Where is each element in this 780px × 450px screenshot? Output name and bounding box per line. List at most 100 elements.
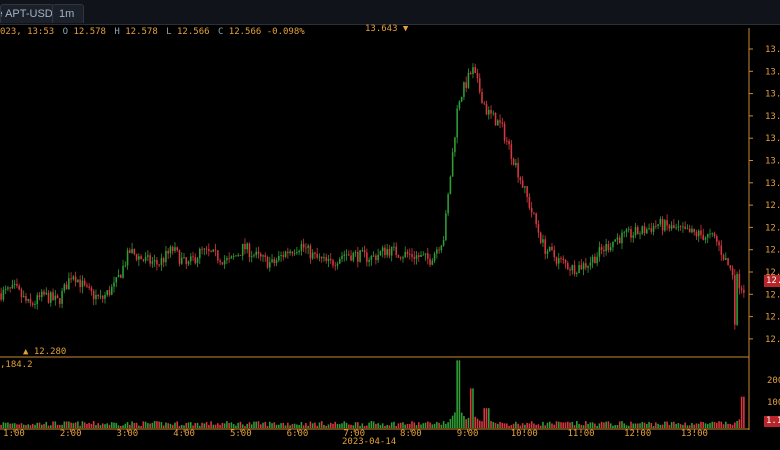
candle-body bbox=[646, 229, 648, 234]
candle-body bbox=[178, 250, 181, 264]
volume-bar bbox=[429, 422, 431, 428]
time-tick-label: 6:00 bbox=[287, 429, 309, 439]
volume-bar bbox=[59, 424, 61, 428]
volume-bar bbox=[11, 423, 14, 428]
volume-bar bbox=[406, 423, 409, 428]
candle-body bbox=[323, 257, 325, 259]
time-tick-label: 8:00 bbox=[400, 429, 422, 439]
volume-bar bbox=[661, 424, 664, 428]
volume-bar bbox=[235, 425, 237, 428]
volume-bar bbox=[386, 424, 388, 428]
volume-bar bbox=[176, 421, 179, 428]
volume-bar bbox=[616, 424, 619, 428]
volume-bar bbox=[743, 396, 745, 428]
candle-body bbox=[623, 231, 626, 233]
volume-bar bbox=[438, 422, 440, 428]
volume-bar bbox=[510, 424, 513, 428]
candle-body bbox=[25, 296, 27, 301]
volume-bar bbox=[174, 422, 176, 428]
volume-bar bbox=[117, 425, 120, 428]
price-tick-label: 12. bbox=[765, 223, 780, 233]
candle-body bbox=[524, 186, 526, 188]
volume-bar bbox=[725, 421, 727, 428]
candle-body bbox=[675, 227, 677, 229]
candle-body bbox=[226, 258, 228, 261]
volume-bar bbox=[494, 422, 497, 428]
volume-bar bbox=[162, 425, 165, 428]
close-key: C bbox=[217, 27, 224, 37]
candle-body bbox=[189, 256, 192, 262]
candle-body bbox=[456, 108, 458, 138]
candle-body bbox=[718, 241, 720, 246]
candle-body bbox=[616, 237, 619, 240]
volume-bar bbox=[390, 422, 393, 428]
candle-body bbox=[203, 248, 206, 250]
volume-bar bbox=[70, 422, 72, 428]
volume-bar bbox=[582, 425, 585, 428]
candle-body bbox=[573, 265, 576, 274]
volume-bar bbox=[542, 421, 544, 428]
volume-bar bbox=[609, 423, 612, 428]
volume-bar bbox=[603, 422, 605, 428]
volume-bar bbox=[77, 421, 79, 428]
candle-body bbox=[740, 288, 743, 290]
candle-body bbox=[397, 255, 400, 258]
price-tick-label: 13. bbox=[765, 179, 780, 189]
volume-bar bbox=[338, 424, 341, 428]
volume-bar bbox=[296, 424, 298, 428]
candle-body bbox=[551, 246, 553, 251]
volume-bar bbox=[309, 421, 312, 428]
volume-bar bbox=[576, 421, 578, 428]
volume-bars-group bbox=[0, 360, 745, 428]
candle-body bbox=[445, 213, 447, 241]
close-value: 12.566 bbox=[228, 27, 262, 37]
candlestick-chart[interactable]: 13. 13. 13. 13. 13. 13. 13. 12. 12. 12. 12. 12. 12. 1… bbox=[0, 0, 780, 450]
volume-bar bbox=[566, 421, 569, 428]
candle-body bbox=[300, 244, 303, 251]
volume-bar bbox=[402, 422, 404, 428]
candle-body bbox=[447, 194, 449, 214]
candle-body bbox=[555, 257, 558, 264]
candle-body bbox=[395, 246, 397, 256]
candle-body bbox=[316, 253, 318, 258]
candle-body bbox=[580, 265, 583, 270]
candle-body bbox=[691, 228, 693, 233]
volume-bar bbox=[140, 425, 142, 428]
volume-bar bbox=[104, 424, 106, 428]
volume-bar bbox=[83, 422, 86, 428]
volume-bar bbox=[569, 422, 571, 428]
candle-body bbox=[510, 144, 513, 159]
last-volume-badge: 1.1 bbox=[764, 416, 780, 427]
candle-body bbox=[537, 224, 540, 233]
price-axis: 13. 13. 13. 13. 13. 13. 13. 12. 12. 12. 12. 12. 12. 1… bbox=[749, 45, 780, 345]
volume-axis: 200 100 bbox=[767, 376, 780, 408]
candle-body bbox=[307, 245, 309, 248]
volume-bar bbox=[108, 424, 111, 428]
candle-body bbox=[539, 232, 542, 243]
volume-bar bbox=[113, 422, 115, 428]
candle-body bbox=[282, 255, 285, 257]
volume-bar bbox=[268, 421, 271, 428]
volume-bar bbox=[655, 422, 657, 428]
candle-body bbox=[664, 220, 666, 231]
candle-body bbox=[95, 294, 97, 300]
candle-body bbox=[738, 273, 741, 289]
candle-body bbox=[314, 252, 316, 254]
candles-group bbox=[0, 63, 745, 330]
candle-body bbox=[205, 248, 208, 250]
candle-body bbox=[481, 91, 483, 104]
volume-bar bbox=[557, 421, 560, 428]
candle-body bbox=[59, 298, 61, 304]
volume-bar bbox=[354, 422, 357, 428]
candle-body bbox=[490, 109, 492, 114]
volume-bar bbox=[61, 424, 63, 428]
candle-body bbox=[361, 250, 364, 252]
volume-bar bbox=[221, 422, 224, 428]
candle-body bbox=[501, 122, 504, 124]
candle-body bbox=[81, 280, 84, 288]
volume-tick-label: 200 bbox=[767, 376, 780, 386]
candle-body bbox=[52, 292, 54, 301]
candle-body bbox=[517, 162, 519, 178]
candle-body bbox=[474, 67, 477, 73]
volume-bar bbox=[573, 425, 576, 428]
